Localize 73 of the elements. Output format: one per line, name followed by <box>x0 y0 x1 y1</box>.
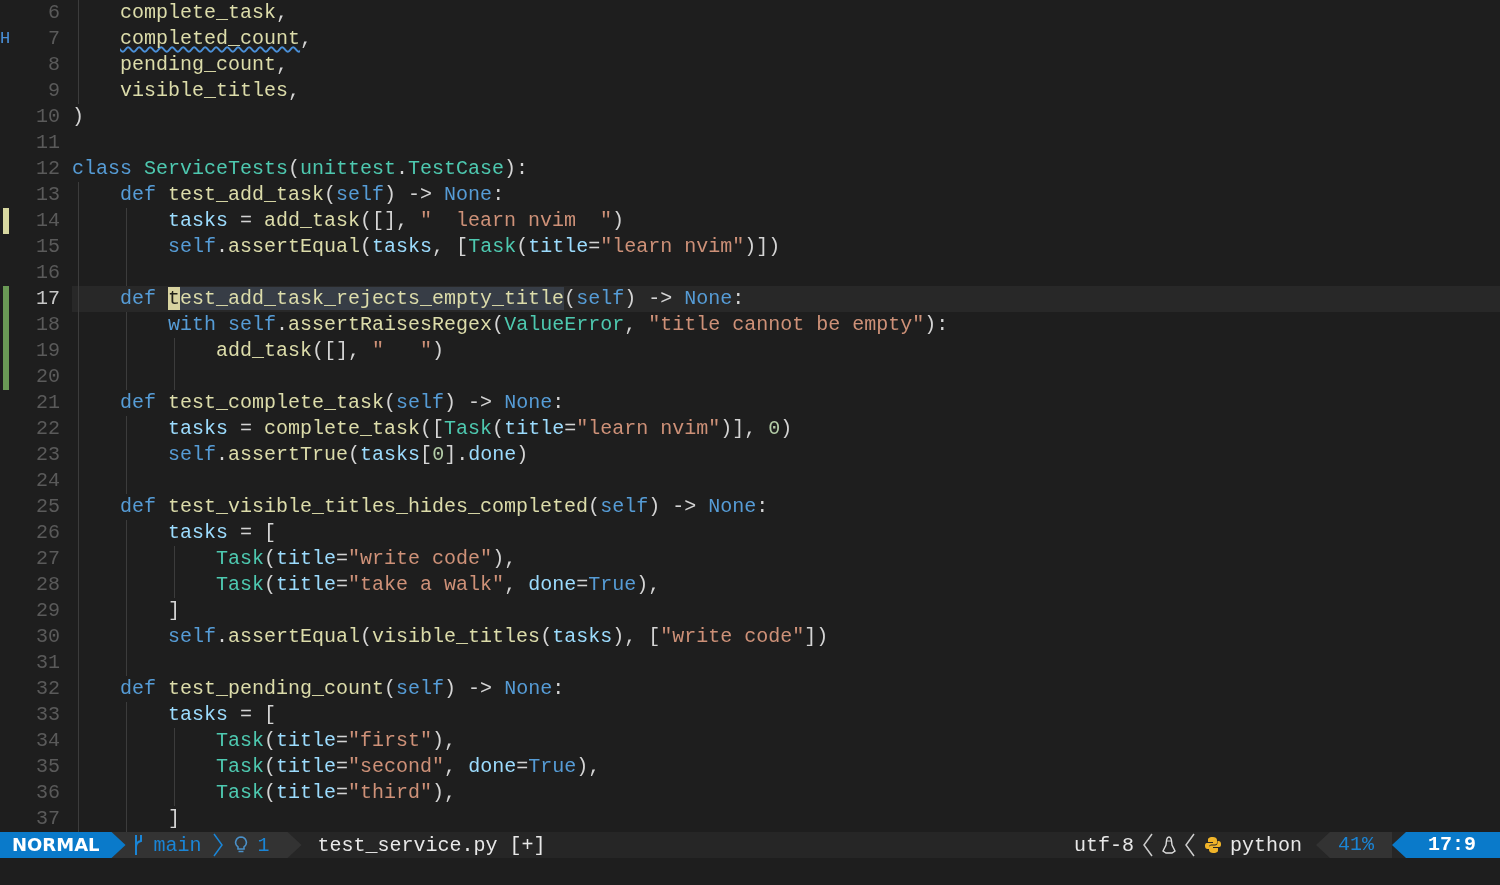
code-line: self.assertTrue(tasks[0].done) <box>167 443 529 466</box>
line-number: 18 <box>35 312 60 338</box>
line-number: 33 <box>35 702 60 728</box>
line-number: 20 <box>35 364 60 390</box>
line-number: 28 <box>35 572 60 598</box>
diagnostic-count: 1 <box>257 833 270 857</box>
code-line: tasks = [ <box>167 703 277 726</box>
code-line: completed_count, <box>119 27 313 50</box>
code-line: self.assertEqual(tasks, [Task(title="learn nvim")]) <box>167 235 781 258</box>
cursor-position: 17:9 <box>1392 832 1500 858</box>
line-number: 30 <box>35 624 60 650</box>
file-name: test_service.py [+] <box>317 833 546 857</box>
line-number: 25 <box>35 494 60 520</box>
line-number: 23 <box>35 442 60 468</box>
chevron-icon <box>1141 833 1154 857</box>
line-number: 7 <box>47 26 60 52</box>
line-number: 14 <box>35 208 60 234</box>
line-number: 8 <box>47 52 60 78</box>
mode-indicator: NORMAL <box>0 832 126 858</box>
code-line: add_task([], " ") <box>215 339 445 362</box>
code-line: pending_count, <box>119 53 289 76</box>
code-line: def test_pending_count(self) -> None: <box>119 677 565 700</box>
code-line: Task(title="first"), <box>215 729 457 752</box>
line-number: 29 <box>35 598 60 624</box>
code-line: Task(title="take a walk", done=True), <box>215 573 661 596</box>
chevron-icon <box>211 833 224 857</box>
code-line: self.assertEqual(visible_titles(tasks), ["write code"]) <box>167 625 829 648</box>
line-number: 32 <box>35 676 60 702</box>
line-number: 17 <box>35 286 60 312</box>
lightbulb-icon <box>233 836 248 854</box>
code-line: Task(title="write code"), <box>215 547 517 570</box>
code-line: Task(title="third"), <box>215 781 457 804</box>
python-icon <box>1203 836 1222 854</box>
line-number: 15 <box>35 234 60 260</box>
code-line: def test_visible_titles_hides_completed(self) -> None: <box>119 495 769 518</box>
code-line: ] <box>167 599 181 622</box>
line-number: 12 <box>35 156 60 182</box>
line-number: 11 <box>35 130 60 156</box>
code-line: ) <box>72 105 84 128</box>
line-number: 34 <box>35 728 60 754</box>
line-number: 6 <box>47 0 60 26</box>
line-number: 22 <box>35 416 60 442</box>
scroll-percentage: 41% <box>1315 832 1392 858</box>
line-number: 19 <box>35 338 60 364</box>
file-type: python <box>1229 833 1302 857</box>
code-line: def test_complete_task(self) -> None: <box>119 391 565 414</box>
line-number: 26 <box>35 520 60 546</box>
chevron-icon <box>1183 833 1196 857</box>
line-number: 35 <box>35 754 60 780</box>
hint-sign: H <box>0 28 11 50</box>
penguin-icon <box>1161 836 1176 854</box>
code-line: with self.assertRaisesRegex(ValueError, "title cannot be empty"): <box>167 313 949 336</box>
line-number: 10 <box>35 104 60 130</box>
line-number: 13 <box>35 182 60 208</box>
code-line: complete_task, <box>119 1 289 24</box>
line-number: 27 <box>35 546 60 572</box>
code-line: tasks = complete_task([Task(title="learn nvim")], 0) <box>167 417 793 440</box>
code-line: Task(title="second", done=True), <box>215 755 601 778</box>
branch-name: main <box>153 833 202 857</box>
line-number: 21 <box>35 390 60 416</box>
line-number: 9 <box>47 78 60 104</box>
code-line: def test_add_task(self) -> None: <box>119 183 505 206</box>
code-line: ] <box>167 807 181 830</box>
line-number: 31 <box>35 650 60 676</box>
code-line: tasks = [ <box>167 521 277 544</box>
code-line: class ServiceTests(unittest.TestCase): <box>72 157 529 180</box>
line-number: 16 <box>35 260 60 286</box>
file-encoding: utf-8 <box>1073 833 1134 857</box>
code-line: visible_titles, <box>119 79 301 102</box>
line-number: 36 <box>35 780 60 806</box>
line-number: 24 <box>35 468 60 494</box>
line-number: 37 <box>35 806 60 832</box>
code-line: tasks = add_task([], " learn nvim ") <box>167 209 625 232</box>
